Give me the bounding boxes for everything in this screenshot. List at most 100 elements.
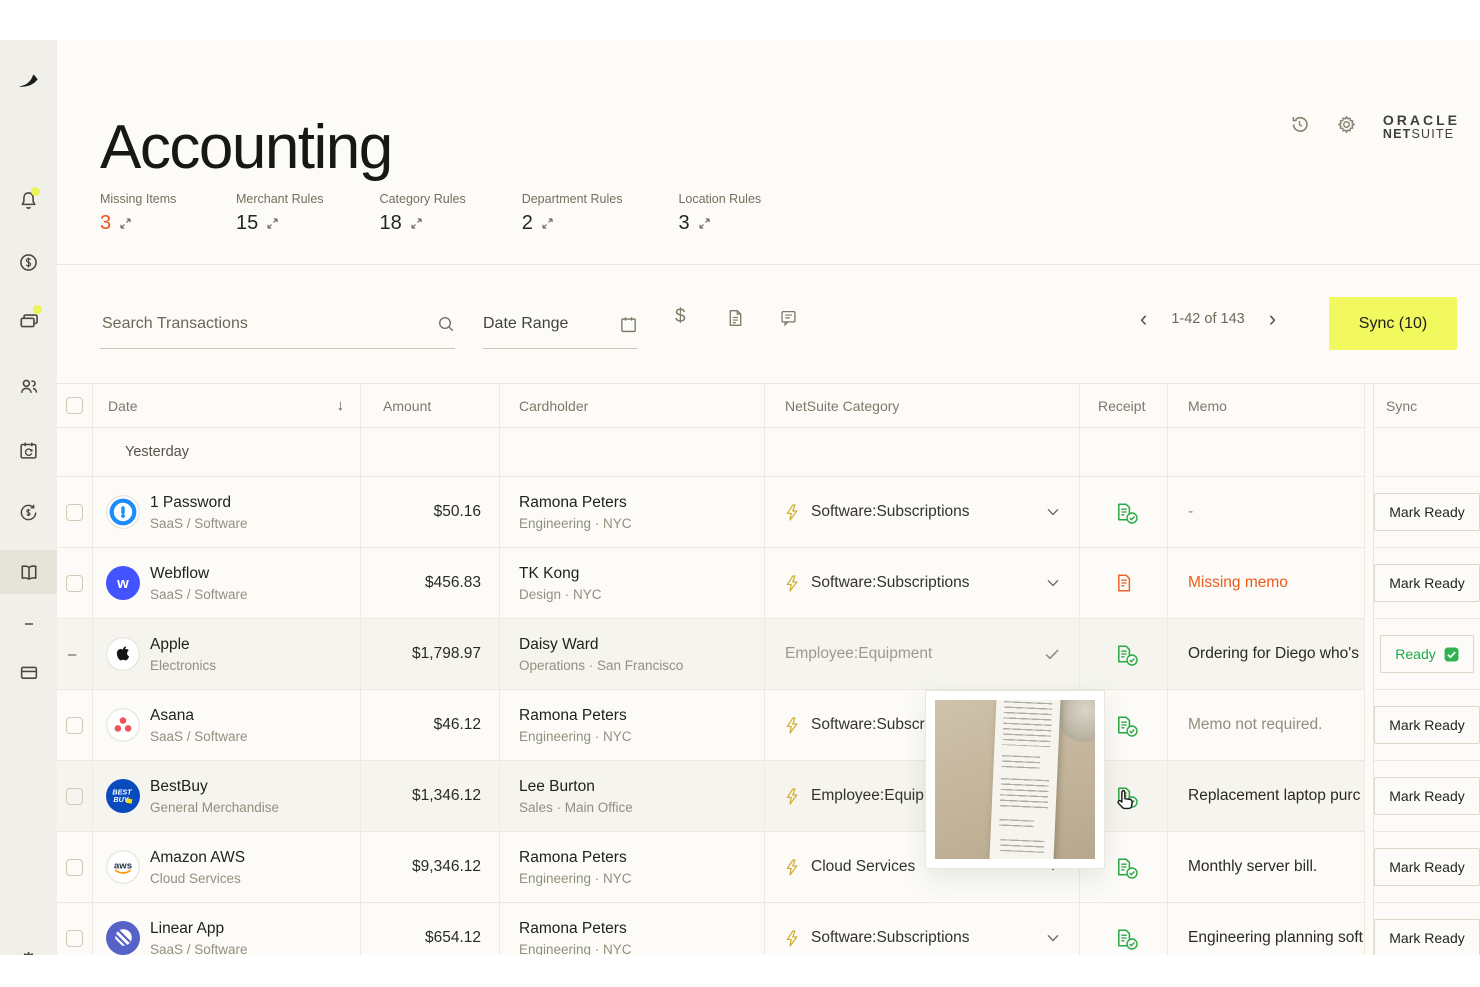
- merchant-logo: [106, 708, 140, 742]
- cardholder-cell: Ramona Peters Engineering · NYC: [500, 477, 765, 548]
- mark-ready-button[interactable]: Mark Ready: [1374, 706, 1479, 744]
- stat-expand-link[interactable]: 2: [522, 212, 623, 235]
- receipt-verified-badge: [1126, 725, 1138, 737]
- prev-page-chevron[interactable]: ‹: [1140, 308, 1147, 330]
- search-input[interactable]: [100, 314, 437, 334]
- memo-cell[interactable]: Memo not required.: [1168, 690, 1365, 761]
- stat-expand-link[interactable]: 18: [380, 212, 466, 235]
- cardholder-cell: Ramona Peters Engineering · NYC: [500, 832, 765, 903]
- column-header-memo: Memo: [1168, 384, 1365, 428]
- sidebar-item-accounting[interactable]: [0, 550, 57, 594]
- sidebar-item-cashback[interactable]: [0, 490, 57, 534]
- memo-cell[interactable]: Engineering planning soft: [1168, 903, 1365, 955]
- merchant-cell: BESTBUY BestBuy General Merchandise: [93, 761, 361, 832]
- cardholder-department: Engineering · NYC: [519, 516, 632, 531]
- row-checkbox[interactable]: [66, 717, 83, 734]
- date-range-filter[interactable]: Date Range: [483, 300, 638, 349]
- category-select[interactable]: Software:Subscriptions: [765, 903, 1080, 955]
- column-gap: [1365, 832, 1374, 903]
- merchant-name: BestBuy: [150, 778, 279, 796]
- mark-ready-button[interactable]: Mark Ready: [1374, 493, 1479, 531]
- table-row[interactable]: – w Webflow SaaS / Software $456.83 TK K…: [57, 548, 1480, 619]
- amount-cell: $456.83: [361, 548, 500, 619]
- mark-ready-button[interactable]: Mark Ready: [1374, 919, 1479, 955]
- sidebar-item-cards[interactable]: [0, 298, 57, 342]
- page-title: Accounting: [100, 112, 392, 183]
- category-select[interactable]: Software:Subscriptions: [765, 548, 1080, 619]
- column-header-date[interactable]: Date↓: [93, 384, 361, 428]
- merchant-cell: Apple Electronics: [93, 619, 361, 690]
- cardholder-name: Ramona Peters: [519, 849, 632, 867]
- mark-ready-button[interactable]: Ready: [1380, 635, 1473, 673]
- memo-cell[interactable]: Ordering for Diego who's: [1168, 619, 1365, 690]
- group-label: Yesterday: [93, 444, 189, 460]
- receipt-icon[interactable]: [1114, 715, 1134, 735]
- stat-expand-link[interactable]: 3: [678, 212, 761, 235]
- category-select[interactable]: Software:Subscriptions: [765, 477, 1080, 548]
- rules-stats: Missing Items 3 Merchant Rules 15 Catego…: [100, 192, 817, 235]
- mark-ready-button[interactable]: Mark Ready: [1374, 777, 1479, 815]
- settings-gear-icon[interactable]: [1336, 114, 1357, 140]
- table-row[interactable]: – 1 Password SaaS / Software $50.16 Ramo…: [57, 477, 1480, 548]
- sync-button[interactable]: Sync (10): [1329, 297, 1457, 350]
- receipt-verified-badge: [1126, 867, 1138, 879]
- svg-text:aws: aws: [114, 860, 132, 871]
- receipt-icon[interactable]: [1114, 502, 1134, 522]
- column-gap: [1365, 477, 1374, 548]
- sidebar-item-notifications[interactable]: [0, 178, 57, 222]
- memo-cell[interactable]: Monthly server bill.: [1168, 832, 1365, 903]
- memo-filter-icon[interactable]: [779, 308, 798, 332]
- table-row[interactable]: – BESTBUY BestBuy General Merchandise $1…: [57, 761, 1480, 832]
- receipt-icon[interactable]: [1114, 573, 1134, 593]
- stat-expand-link[interactable]: 15: [236, 212, 324, 235]
- merchant-name: Webflow: [150, 565, 248, 583]
- sidebar-item-calendar-sync[interactable]: [0, 428, 57, 472]
- mark-ready-button[interactable]: Mark Ready: [1374, 564, 1479, 602]
- memo-cell[interactable]: -: [1168, 477, 1365, 548]
- stat-expand-link[interactable]: 3: [100, 212, 180, 235]
- receipt-icon[interactable]: [1114, 644, 1134, 664]
- memo-cell[interactable]: Replacement laptop purc: [1168, 761, 1365, 832]
- ramp-logo[interactable]: [0, 58, 57, 102]
- sidebar-item-credit-card[interactable]: [0, 650, 57, 694]
- merchant-logo: [106, 637, 140, 671]
- stat-category-rules: Category Rules 18: [380, 192, 466, 235]
- merchant-name: Linear App: [150, 920, 248, 938]
- table-row[interactable]: – Linear App SaaS / Software $654.12 Ram…: [57, 903, 1480, 955]
- row-checkbox[interactable]: [66, 859, 83, 876]
- row-checkbox[interactable]: [66, 788, 83, 805]
- sidebar-item-dash[interactable]: [0, 602, 57, 646]
- row-checkbox[interactable]: [66, 575, 83, 592]
- category-confirmed-check-icon: [1045, 649, 1059, 660]
- row-select-cell: –: [57, 761, 93, 832]
- pagination-range: 1-42 of 143: [1171, 311, 1244, 327]
- sidebar-item-people[interactable]: [0, 364, 57, 408]
- receipt-icon[interactable]: [1114, 857, 1134, 877]
- amount-filter-icon[interactable]: $: [675, 306, 686, 328]
- table-row[interactable]: – Asana SaaS / Software $46.12 Ramona Pe…: [57, 690, 1480, 761]
- expand-icon: [120, 218, 131, 229]
- receipt-icon[interactable]: [1114, 928, 1134, 948]
- memo-cell[interactable]: Missing memo: [1168, 548, 1365, 619]
- sidebar-item-billing[interactable]: [0, 240, 57, 284]
- receipt-filter-icon[interactable]: [726, 308, 745, 333]
- date-group-row: Yesterday: [57, 428, 1480, 477]
- row-checkbox[interactable]: [66, 504, 83, 521]
- mark-ready-button[interactable]: Mark Ready: [1374, 848, 1479, 886]
- expand-icon: [699, 218, 710, 229]
- category-value: Software:Subscriptions: [811, 929, 1035, 947]
- row-checkbox[interactable]: [66, 930, 83, 947]
- cardholder-name: Ramona Peters: [519, 707, 632, 725]
- row-select-cell: –: [57, 832, 93, 903]
- history-icon[interactable]: [1289, 114, 1310, 140]
- category-select[interactable]: Employee:Equipment: [765, 619, 1080, 690]
- merchant-logo: BESTBUY: [106, 779, 140, 813]
- next-page-chevron[interactable]: ›: [1269, 308, 1276, 330]
- select-all-checkbox[interactable]: [66, 397, 83, 414]
- table-row[interactable]: – aws Amazon AWS Cloud Services $9,346.1…: [57, 832, 1480, 903]
- cardholder-name: TK Kong: [519, 565, 602, 583]
- column-header-amount: Amount: [361, 384, 500, 428]
- stat-merchant-rules: Merchant Rules 15: [236, 192, 324, 235]
- cardholder-department: Operations · San Francisco: [519, 658, 683, 673]
- table-row[interactable]: – Apple Electronics $1,798.97 Daisy Ward…: [57, 619, 1480, 690]
